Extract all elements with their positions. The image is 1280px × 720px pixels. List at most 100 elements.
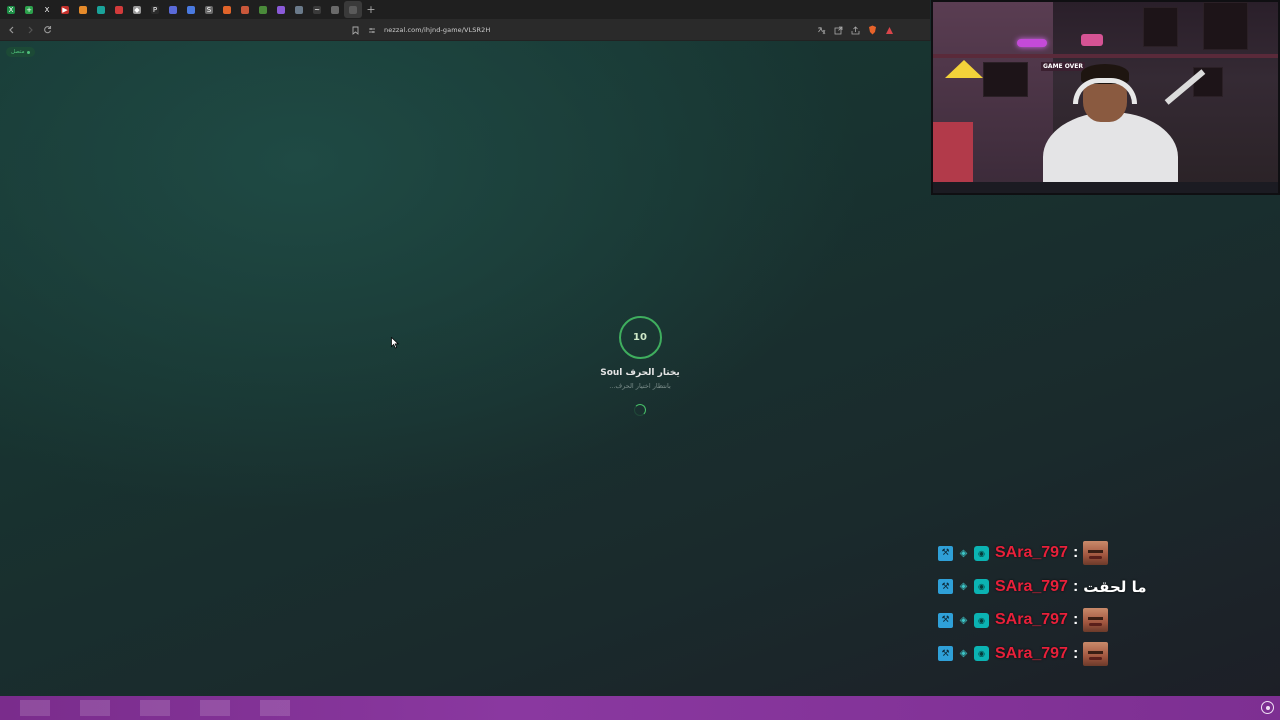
youtube-icon: ▶ bbox=[61, 5, 69, 14]
site-settings-icon[interactable] bbox=[368, 24, 378, 36]
chat-separator: : bbox=[1072, 644, 1079, 662]
bottom-bar-watermark bbox=[20, 700, 300, 716]
countdown-timer: 10 bbox=[618, 316, 662, 359]
gamepad-icon bbox=[169, 5, 177, 14]
sub-badge-icon: ◉ bbox=[974, 545, 989, 561]
stream-bottom-bar bbox=[0, 696, 1280, 720]
chat-separator: : bbox=[1072, 544, 1079, 561]
mod-badge-icon: ⚒ bbox=[938, 646, 953, 661]
browser-tab[interactable]: ◆ bbox=[128, 1, 146, 18]
wifi-icon bbox=[26, 50, 30, 54]
chat-separator: : bbox=[1072, 577, 1079, 595]
webcam-poster bbox=[983, 62, 1028, 97]
browser-tab[interactable]: P bbox=[146, 1, 164, 18]
url-text[interactable]: nezzal.com/ihjnd-game/VLSR2H bbox=[384, 26, 490, 34]
browser-tab[interactable] bbox=[218, 1, 236, 18]
settings-circle-icon[interactable] bbox=[1261, 701, 1274, 714]
webcam-poster bbox=[1203, 2, 1248, 50]
purple-game-icon bbox=[277, 5, 285, 14]
browser-tab[interactable] bbox=[272, 1, 290, 18]
chat-emote-icon bbox=[1083, 608, 1109, 632]
browser-tab[interactable]: ▶ bbox=[56, 1, 74, 18]
excel-icon: X bbox=[7, 5, 15, 14]
browser-tab[interactable] bbox=[110, 1, 128, 18]
back-arrow-icon bbox=[8, 26, 13, 33]
forward-arrow-icon bbox=[28, 26, 33, 33]
share-icon[interactable] bbox=[850, 25, 860, 35]
browser-toolbar: nezzal.com/ihjnd-game/VLSR2H bbox=[0, 19, 930, 41]
vip-badge-icon: ◈ bbox=[959, 581, 968, 592]
chat-site-icon bbox=[295, 5, 303, 14]
brave-shield-icon[interactable] bbox=[867, 25, 877, 35]
chat-emote-icon bbox=[1083, 641, 1109, 666]
map-site-icon bbox=[259, 5, 267, 14]
browser-tab[interactable] bbox=[236, 1, 254, 18]
browser-tab[interactable]: S bbox=[200, 1, 218, 18]
timer-value: 10 bbox=[633, 332, 647, 343]
open-in-app-icon[interactable] bbox=[833, 25, 843, 35]
chat-message: ⚒ ◈ ◉ SAra_797: ما لحقت bbox=[938, 574, 1268, 600]
forward-button[interactable] bbox=[22, 22, 37, 37]
browser-tab[interactable]: + bbox=[20, 1, 38, 18]
teal-site-icon bbox=[97, 5, 105, 14]
stream-chat-overlay: ⚒ ◈ ◉ SAra_797: ⚒ ◈ ◉ SAra_797: ما لحقت ⚒ ◈ ◉ SAra_7… bbox=[938, 540, 1268, 674]
chat-username: SAra_797 bbox=[995, 544, 1068, 561]
browser-tab[interactable] bbox=[182, 1, 200, 18]
sub-badge-icon: ◉ bbox=[974, 579, 989, 594]
reload-button[interactable] bbox=[40, 22, 55, 37]
webcam-desk bbox=[933, 182, 1278, 193]
grid-site-icon bbox=[331, 5, 339, 14]
back-button[interactable] bbox=[4, 22, 19, 37]
bookmark-icon[interactable] bbox=[350, 24, 360, 36]
sheets-icon: + bbox=[25, 5, 33, 14]
brave-rewards-icon[interactable] bbox=[884, 25, 894, 35]
chat-username: SAra_797 bbox=[995, 644, 1068, 662]
vip-badge-icon: ◈ bbox=[959, 614, 968, 626]
new-tab-button[interactable]: + bbox=[362, 1, 380, 18]
browser-tab-strip: X + X ▶ ◆ P S ~ + bbox=[0, 0, 930, 19]
orange-site-icon bbox=[79, 5, 87, 14]
sub-badge-icon: ◉ bbox=[974, 646, 989, 661]
chat-message: ⚒ ◈ ◉ SAra_797: bbox=[938, 540, 1268, 566]
mod-badge-icon: ⚒ bbox=[938, 579, 953, 594]
browser-tab[interactable] bbox=[74, 1, 92, 18]
webcam-neon-light bbox=[1017, 39, 1047, 47]
browser-tab[interactable] bbox=[164, 1, 182, 18]
browser-tab[interactable] bbox=[326, 1, 344, 18]
translate-icon[interactable] bbox=[816, 25, 826, 35]
address-bar[interactable]: nezzal.com/ihjnd-game/VLSR2H bbox=[350, 22, 910, 38]
wave-site-icon: ~ bbox=[313, 5, 321, 14]
chat-message: ⚒ ◈ ◉ SAra_797: bbox=[938, 641, 1268, 667]
address-bar-actions bbox=[816, 22, 894, 38]
x-twitter-icon: X bbox=[43, 5, 51, 14]
connection-status-badge: متصل bbox=[6, 47, 35, 57]
browser-tab[interactable] bbox=[92, 1, 110, 18]
webcam-overlay: GAME OVER bbox=[931, 0, 1280, 195]
chat-message: ⚒ ◈ ◉ SAra_797: bbox=[938, 607, 1268, 633]
sub-badge-icon: ◉ bbox=[974, 612, 989, 628]
browser-tab[interactable]: ~ bbox=[308, 1, 326, 18]
vip-badge-icon: ◈ bbox=[959, 648, 968, 659]
webcam-poster bbox=[1143, 7, 1178, 47]
vip-badge-icon: ◈ bbox=[959, 547, 968, 559]
mouse-cursor-icon bbox=[391, 337, 399, 349]
mod-badge-icon: ⚒ bbox=[938, 545, 953, 561]
browser-tab[interactable] bbox=[254, 1, 272, 18]
browser-tab[interactable] bbox=[290, 1, 308, 18]
waiting-text: بانتظار اختيار الحرف... bbox=[609, 382, 671, 390]
status-label: متصل bbox=[11, 49, 25, 55]
p-site-icon: P bbox=[151, 5, 159, 14]
player-choosing-text: Soul يختار الحرف bbox=[600, 368, 680, 378]
chat-message-text: ما لحقت bbox=[1083, 577, 1147, 596]
browser-tab[interactable]: X bbox=[2, 1, 20, 18]
mod-badge-icon: ⚒ bbox=[938, 612, 953, 628]
loading-spinner-icon bbox=[634, 404, 646, 416]
chat-username: SAra_797 bbox=[995, 577, 1068, 595]
brick-site-icon bbox=[241, 5, 249, 14]
browser-tab[interactable] bbox=[344, 1, 362, 18]
chat-emote-icon bbox=[1083, 541, 1109, 565]
browser-tab[interactable]: X bbox=[38, 1, 56, 18]
globe-icon bbox=[187, 5, 195, 14]
diamond-site-icon: ◆ bbox=[133, 5, 141, 14]
active-tab-icon bbox=[349, 5, 357, 14]
